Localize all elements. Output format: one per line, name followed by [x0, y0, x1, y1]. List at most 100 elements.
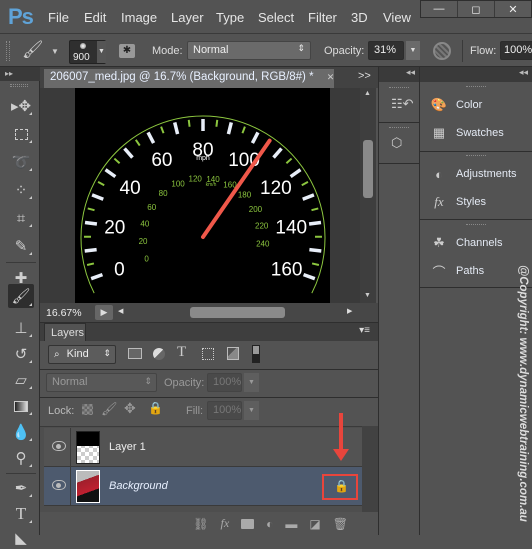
- brush-tool-icon[interactable]: 🖌: [8, 284, 34, 308]
- new-group-icon[interactable]: ▬: [285, 517, 297, 531]
- 3d-panel-icon[interactable]: ⬡: [391, 135, 402, 151]
- menu-3d[interactable]: 3D: [351, 10, 368, 25]
- fill-dropdown[interactable]: ▼: [244, 401, 259, 420]
- canvas-image[interactable]: 020406080100120140160mph0204060801001201…: [75, 88, 330, 303]
- filter-smart-objects-icon[interactable]: [227, 347, 239, 360]
- filter-shape-layers-icon[interactable]: [202, 348, 214, 360]
- gradient-tool-icon[interactable]: [8, 395, 34, 417]
- adjustment-layer-icon[interactable]: ◐: [266, 517, 273, 531]
- lock-transparent-pixels-icon[interactable]: [82, 404, 93, 415]
- panel-color[interactable]: 🎨 Color: [430, 97, 482, 113]
- brush-panel-toggle-icon[interactable]: ✱: [119, 44, 135, 58]
- opacity-dropdown-button[interactable]: ▼: [406, 41, 420, 60]
- grip-handle[interactable]: [6, 41, 10, 61]
- zoom-level[interactable]: 16.67%: [46, 307, 82, 319]
- panel-styles[interactable]: fx Styles: [430, 194, 486, 210]
- minimize-button[interactable]: —: [421, 1, 458, 17]
- filter-toggle-switch[interactable]: [252, 345, 260, 363]
- chevron-down-icon[interactable]: ▼: [51, 47, 59, 56]
- filter-adjustment-layers-icon[interactable]: [153, 348, 165, 360]
- brush-tool-preset-icon[interactable]: 🖌: [22, 40, 44, 60]
- layer-opacity-input[interactable]: 100%: [207, 373, 242, 392]
- grip-handle[interactable]: [389, 87, 409, 89]
- lock-all-icon[interactable]: 🔒: [148, 401, 163, 415]
- menu-filter[interactable]: Filter: [308, 10, 337, 25]
- layer-opacity-dropdown[interactable]: ▼: [244, 373, 259, 392]
- history-brush-tool-icon[interactable]: ↺: [8, 343, 34, 365]
- panel-channels[interactable]: ☘ Channels: [430, 235, 502, 251]
- filter-kind-select[interactable]: ⌕ Kind ⇕: [48, 345, 116, 364]
- lasso-tool-icon[interactable]: ➰: [8, 151, 34, 173]
- panel-adjustments[interactable]: ◐ Adjustments: [430, 166, 517, 182]
- grip-handle[interactable]: [466, 155, 486, 157]
- history-panel-icon[interactable]: ☷↶: [391, 96, 414, 112]
- scroll-down-icon[interactable]: ▼: [364, 292, 371, 299]
- lock-position-icon[interactable]: ✥: [124, 400, 136, 417]
- filter-type-layers-icon[interactable]: T: [177, 344, 186, 361]
- layer-row-background[interactable]: Background 🔒: [44, 467, 362, 506]
- menu-view[interactable]: View: [383, 10, 411, 25]
- menu-file[interactable]: File: [48, 10, 69, 25]
- panel-swatches[interactable]: ▦ Swatches: [430, 125, 504, 141]
- menu-type[interactable]: Type: [216, 10, 244, 25]
- scroll-up-icon[interactable]: ▲: [364, 90, 371, 97]
- close-tab-icon[interactable]: ✕: [327, 72, 335, 82]
- scroll-right-icon[interactable]: ▶: [347, 307, 352, 315]
- close-button[interactable]: ✕: [495, 1, 531, 17]
- status-menu-icon[interactable]: ▶: [95, 305, 113, 320]
- blend-mode-select[interactable]: Normal ⇕: [46, 373, 157, 392]
- lock-icon[interactable]: 🔒: [334, 479, 349, 493]
- layer-name[interactable]: Background: [109, 480, 168, 492]
- filter-pixel-layers-icon[interactable]: [128, 348, 142, 359]
- panel-menu-icon[interactable]: ▾≡: [359, 325, 370, 336]
- flow-input[interactable]: 100%: [500, 41, 532, 60]
- panel-paths[interactable]: ⌒ Paths: [430, 263, 484, 279]
- eyedropper-tool-icon[interactable]: ✎: [8, 235, 34, 257]
- brush-size-picker[interactable]: 900 ▼: [69, 40, 106, 64]
- clone-stamp-tool-icon[interactable]: ⊥: [8, 317, 34, 339]
- layers-scrollbar[interactable]: [362, 426, 378, 512]
- add-mask-icon[interactable]: [241, 519, 254, 529]
- menu-edit[interactable]: Edit: [84, 10, 106, 25]
- blur-tool-icon[interactable]: 💧: [8, 421, 34, 443]
- horizontal-scroll-thumb[interactable]: [190, 307, 285, 318]
- link-layers-icon[interactable]: ⛓: [193, 517, 208, 531]
- marquee-tool-icon[interactable]: [8, 123, 34, 145]
- move-tool-icon[interactable]: ▸✥: [8, 95, 34, 117]
- menu-image[interactable]: Image: [121, 10, 157, 25]
- crop-tool-icon[interactable]: ⌗: [8, 207, 34, 229]
- pressure-opacity-icon[interactable]: [433, 42, 451, 60]
- menu-layer[interactable]: Layer: [171, 10, 204, 25]
- visibility-eye-icon[interactable]: [52, 441, 66, 451]
- menu-select[interactable]: Select: [258, 10, 294, 25]
- chevron-down-icon[interactable]: ▼: [97, 41, 106, 63]
- grip-handle[interactable]: [466, 86, 486, 88]
- collapse-panels-icon[interactable]: >>: [358, 70, 371, 82]
- quick-selection-tool-icon[interactable]: ⁘: [8, 179, 34, 201]
- fill-input[interactable]: 100%: [207, 401, 242, 420]
- visibility-eye-icon[interactable]: [52, 480, 66, 490]
- pen-tool-icon[interactable]: ✒: [8, 477, 34, 499]
- layers-tab[interactable]: Layers: [44, 323, 86, 341]
- path-selection-tool-icon[interactable]: ◣: [8, 527, 34, 549]
- grip-handle[interactable]: [466, 224, 486, 226]
- mode-select[interactable]: Normal ⇕: [187, 41, 311, 60]
- grip-handle[interactable]: [10, 84, 28, 87]
- collapse-dock-icon[interactable]: ◂◂: [420, 67, 532, 82]
- opacity-input[interactable]: 31%: [368, 41, 404, 60]
- document-tab[interactable]: 206007_med.jpg @ 16.7% (Background, RGB/…: [44, 69, 334, 88]
- expand-panel-icon[interactable]: ▸▸: [0, 67, 40, 81]
- layer-name[interactable]: Layer 1: [109, 441, 146, 453]
- scroll-left-icon[interactable]: ◀: [118, 307, 123, 315]
- new-layer-icon[interactable]: ◪: [309, 517, 320, 531]
- maximize-button[interactable]: ◻: [458, 1, 495, 17]
- dodge-tool-icon[interactable]: ⚲: [8, 447, 34, 469]
- grip-handle[interactable]: [389, 127, 409, 129]
- eraser-tool-icon[interactable]: ▱: [8, 369, 34, 391]
- vertical-scroll-thumb[interactable]: [363, 140, 373, 198]
- fx-icon[interactable]: fx: [221, 516, 230, 531]
- lock-image-pixels-icon[interactable]: 🖌: [101, 401, 118, 417]
- trash-icon[interactable]: 🗑: [333, 517, 348, 531]
- type-tool-icon[interactable]: T: [8, 503, 34, 525]
- collapse-dock-icon[interactable]: ◂◂: [379, 67, 419, 82]
